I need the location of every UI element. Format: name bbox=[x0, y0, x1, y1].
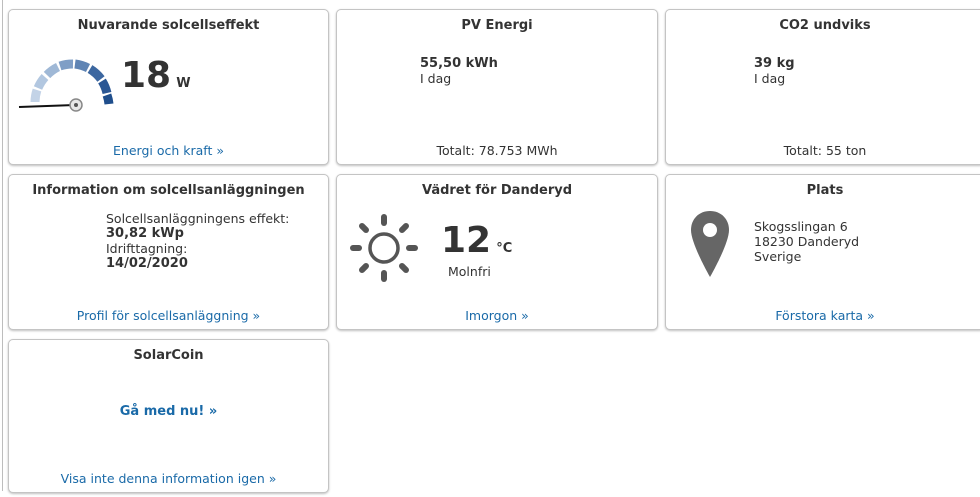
pv-energy-total: Totalt: 78.753 MWh bbox=[436, 143, 558, 158]
power-title: Nuvarande solcellseffekt bbox=[77, 18, 260, 33]
weather-tile: Vädret för Danderyd 12 °C Molnfri Imorgo… bbox=[336, 174, 658, 330]
plant-power-value: 30,82 kWp bbox=[106, 226, 184, 241]
pv-energy-title: PV Energi bbox=[461, 18, 533, 33]
address-street: Skogsslingan 6 bbox=[754, 219, 848, 234]
tomorrow-link[interactable]: Imorgon » bbox=[337, 308, 657, 323]
solarcoin-tile: SolarCoin Gå med nu! » Visa inte denna i… bbox=[8, 339, 329, 493]
energy-power-link[interactable]: Energi och kraft » bbox=[9, 143, 328, 158]
enlarge-map-link[interactable]: Förstora karta » bbox=[666, 308, 980, 323]
location-tile: Plats Skogsslingan 6 18230 Danderyd Sver… bbox=[665, 174, 980, 330]
power-value: 18 bbox=[121, 55, 172, 96]
pv-energy-tile: PV Energi 55,50 kWh I dag Totalt: 78.753… bbox=[336, 9, 658, 165]
co2-today-label: I dag bbox=[754, 71, 786, 86]
address-country: Sverige bbox=[754, 249, 802, 264]
commission-date: 14/02/2020 bbox=[106, 256, 188, 271]
pv-energy-today-label: I dag bbox=[420, 71, 452, 86]
sun-icon bbox=[350, 214, 418, 282]
address-city: 18230 Danderyd bbox=[754, 234, 860, 249]
co2-total: Totalt: 55 ton bbox=[783, 143, 867, 158]
co2-today-value: 39 kg bbox=[754, 56, 795, 71]
plant-profile-link[interactable]: Profil för solcellsanläggning » bbox=[9, 308, 328, 323]
location-title: Plats bbox=[806, 183, 844, 198]
commission-label: Idrifttagning: bbox=[106, 241, 188, 256]
plant-info-title: Information om solcellsanläggningen bbox=[32, 183, 305, 198]
co2-tile: CO2 undviks 39 kg I dag Totalt: 55 ton bbox=[665, 9, 980, 165]
join-now-link[interactable]: Gå med nu! » bbox=[9, 404, 328, 419]
power-tile: Nuvarande solcellseffekt 18 W Energi och… bbox=[8, 9, 329, 165]
temperature-unit: °C bbox=[496, 241, 513, 256]
solarcoin-title: SolarCoin bbox=[133, 348, 204, 363]
gauge-icon bbox=[18, 59, 114, 112]
weather-condition: Molnfri bbox=[448, 264, 491, 279]
plant-info-tile: Information om solcellsanläggningen Solc… bbox=[8, 174, 329, 330]
power-unit: W bbox=[176, 76, 191, 91]
temperature-value: 12 bbox=[441, 220, 492, 261]
map-pin-icon bbox=[691, 211, 729, 277]
plant-power-label: Solcellsanläggningens effekt: bbox=[106, 211, 290, 226]
left-border bbox=[2, 0, 3, 491]
weather-title: Vädret för Danderyd bbox=[421, 183, 573, 198]
dismiss-info-link[interactable]: Visa inte denna information igen » bbox=[9, 471, 328, 486]
co2-title: CO2 undviks bbox=[779, 18, 871, 33]
pv-energy-today-value: 55,50 kWh bbox=[420, 56, 498, 71]
